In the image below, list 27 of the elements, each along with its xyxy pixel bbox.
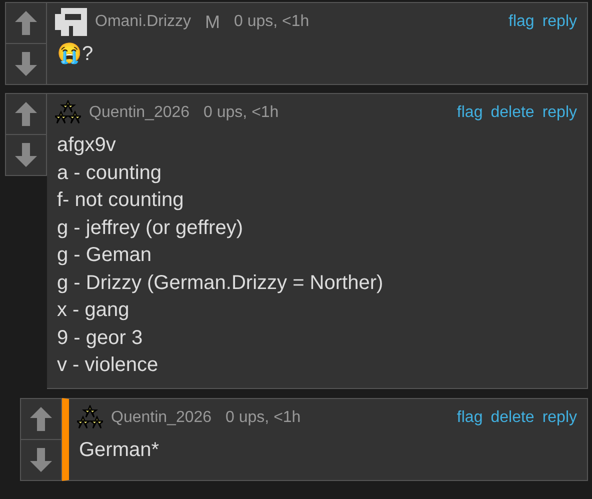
action-link[interactable]: delete bbox=[490, 104, 534, 122]
action-link[interactable]: reply bbox=[542, 408, 577, 426]
stars-avatar-icon bbox=[77, 404, 103, 430]
comment-meta: 0 ups, <1h bbox=[226, 408, 301, 426]
username-link[interactable]: Quentin_2026 bbox=[111, 408, 212, 426]
action-link[interactable]: reply bbox=[542, 13, 577, 31]
comment-meta: 0 ups, <1h bbox=[204, 104, 279, 122]
comment-text: German* bbox=[78, 438, 160, 462]
down-arrow-icon bbox=[14, 142, 38, 168]
stars-avatar-icon bbox=[55, 100, 81, 126]
action-link[interactable]: flag bbox=[508, 13, 534, 31]
comment-meta: 0 ups, <1h bbox=[234, 13, 310, 31]
comment-text: afgx9v a - counting f- not counting g - jeffrey (or geffrey) g - Geman g - Drizzy (German.Drizzy = Norther) x - gang 9 - geor 3 v - violence bbox=[56, 133, 384, 378]
up-arrow-icon bbox=[14, 101, 38, 127]
mod-label: M bbox=[205, 12, 220, 32]
down-arrow-icon bbox=[14, 51, 38, 77]
action-link[interactable]: flag bbox=[456, 104, 483, 122]
username-link[interactable]: Quentin_2026 bbox=[89, 104, 190, 122]
avatar-icon bbox=[55, 8, 87, 36]
action-link[interactable]: reply bbox=[542, 104, 577, 122]
username-link[interactable]: Omani.Drizzy bbox=[95, 13, 192, 31]
down-arrow-icon bbox=[29, 446, 53, 472]
up-arrow-icon bbox=[14, 10, 38, 36]
action-link[interactable]: flag bbox=[456, 408, 483, 426]
action-link[interactable]: delete bbox=[490, 408, 534, 426]
comment-text: 😭? bbox=[56, 42, 94, 67]
up-arrow-icon bbox=[29, 406, 53, 432]
